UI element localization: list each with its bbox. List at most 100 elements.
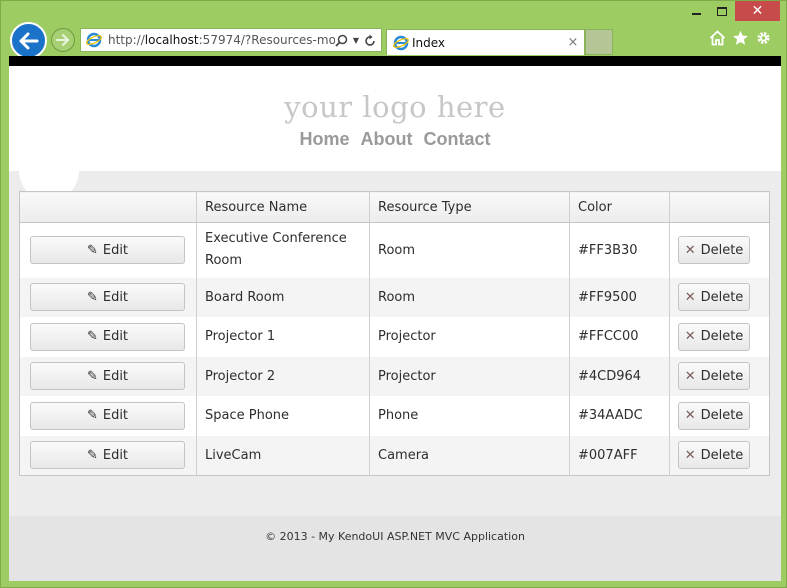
cell-resource-name: Projector 2 xyxy=(196,356,370,396)
dropdown-icon[interactable]: ▼ xyxy=(353,36,359,45)
search-icon[interactable] xyxy=(335,34,348,47)
browser-window: ✕ http://localhost:57974/?Resources-mode… xyxy=(0,0,787,588)
delete-cell: ✕ Delete xyxy=(669,435,770,475)
close-icon: ✕ xyxy=(751,3,764,19)
delete-x-icon: ✕ xyxy=(684,289,696,305)
nav-home[interactable]: Home xyxy=(300,129,350,150)
tab-close-icon[interactable]: × xyxy=(562,35,584,50)
edit-cell: ✎ Edit xyxy=(19,435,197,475)
edit-cell: ✎ Edit xyxy=(20,317,197,357)
address-bar[interactable]: http://localhost:57974/?Resources-mode= … xyxy=(80,28,382,52)
delete-x-icon: ✕ xyxy=(684,242,696,258)
main-content: Resource Name Resource Type Color ✎ Edit … xyxy=(9,141,781,516)
cell-resource-type: Projector xyxy=(369,317,570,357)
forward-button[interactable] xyxy=(51,28,75,52)
site-footer: © 2013 - My KendoUI ASP.NET MVC Applicat… xyxy=(9,516,781,581)
cell-resource-name: Space Phone xyxy=(196,396,370,436)
delete-x-icon: ✕ xyxy=(684,408,696,424)
edit-button[interactable]: ✎ Edit xyxy=(30,236,185,265)
pencil-icon: ✎ xyxy=(86,368,98,384)
cell-resource-type: Phone xyxy=(369,396,570,436)
delete-button[interactable]: ✕ Delete xyxy=(678,322,750,351)
pencil-icon: ✎ xyxy=(86,447,98,463)
edit-button[interactable]: ✎ Edit xyxy=(30,283,185,312)
delete-button[interactable]: ✕ Delete xyxy=(678,401,750,430)
delete-cell: ✕ Delete xyxy=(669,356,770,396)
delete-label: Delete xyxy=(700,242,744,258)
edit-cell: ✎ Edit xyxy=(20,396,197,436)
url-scheme: http:// xyxy=(108,33,145,47)
forward-arrow-icon xyxy=(56,34,69,46)
delete-x-icon: ✕ xyxy=(684,447,696,463)
browser-toolbar xyxy=(709,30,772,46)
top-bar xyxy=(9,56,781,66)
table-row: ✎ Edit Projector 2 Projector #4CD964 ✕ Del… xyxy=(19,356,770,396)
edit-cell: ✎ Edit xyxy=(19,356,197,396)
ie-icon xyxy=(84,32,104,48)
header-color[interactable]: Color xyxy=(569,191,670,223)
minimize-icon xyxy=(691,13,701,15)
maximize-icon xyxy=(717,6,727,16)
page-viewport: your logo here Home About Contact Resour… xyxy=(9,56,781,581)
delete-button[interactable]: ✕ Delete xyxy=(678,283,750,312)
table-row: ✎ Edit Space Phone Phone #34AADC ✕ Delete xyxy=(20,396,770,436)
edit-button[interactable]: ✎ Edit xyxy=(30,401,185,430)
maximize-button[interactable] xyxy=(709,1,735,21)
minimize-button[interactable] xyxy=(683,1,709,21)
delete-label: Delete xyxy=(700,447,744,463)
delete-button[interactable]: ✕ Delete xyxy=(678,236,750,265)
window-controls: ✕ xyxy=(683,1,780,23)
nav-contact[interactable]: Contact xyxy=(424,129,491,150)
table-row: ✎ Edit Executive Conference Room Room #FF… xyxy=(20,222,770,278)
delete-cell: ✕ Delete xyxy=(669,396,770,436)
delete-button[interactable]: ✕ Delete xyxy=(678,441,750,469)
site-logo[interactable]: your logo here xyxy=(9,66,781,124)
refresh-icon[interactable] xyxy=(364,34,376,47)
footer-text: © 2013 - My KendoUI ASP.NET MVC Applicat… xyxy=(265,530,525,543)
url-path: :57974/?Resources-mode= xyxy=(198,33,335,47)
edit-label: Edit xyxy=(102,289,129,305)
url-text[interactable]: http://localhost:57974/?Resources-mode= xyxy=(104,33,335,47)
home-icon[interactable] xyxy=(709,30,726,46)
resources-grid: Resource Name Resource Type Color ✎ Edit … xyxy=(19,191,770,476)
delete-x-icon: ✕ xyxy=(684,329,696,345)
edit-cell: ✎ Edit xyxy=(19,277,197,317)
header-resource-type[interactable]: Resource Type xyxy=(369,191,570,223)
close-window-button[interactable]: ✕ xyxy=(735,1,780,21)
delete-x-icon: ✕ xyxy=(684,368,696,384)
tab-ie-icon xyxy=(390,35,412,51)
cell-resource-name: Executive Conference Room xyxy=(196,222,370,278)
main-nav: Home About Contact xyxy=(9,129,781,150)
cell-resource-name: LiveCam xyxy=(196,435,370,475)
delete-label: Delete xyxy=(700,329,744,345)
edit-button[interactable]: ✎ Edit xyxy=(30,322,185,351)
cell-color: #34AADC xyxy=(569,396,670,436)
delete-button[interactable]: ✕ Delete xyxy=(678,362,750,391)
cell-resource-type: Camera xyxy=(369,435,570,475)
edit-label: Edit xyxy=(102,447,129,463)
edit-button[interactable]: ✎ Edit xyxy=(30,441,185,469)
tab-index[interactable]: Index × xyxy=(386,29,585,55)
tab-title: Index xyxy=(412,35,446,50)
edit-cell: ✎ Edit xyxy=(20,223,197,278)
delete-cell: ✕ Delete xyxy=(669,317,770,357)
header-delete xyxy=(669,191,770,223)
table-row: ✎ Edit Board Room Room #FF9500 ✕ Delete xyxy=(19,277,770,317)
nav-about[interactable]: About xyxy=(361,129,413,150)
url-host: localhost xyxy=(144,33,199,47)
new-tab-button[interactable] xyxy=(585,29,613,55)
gear-icon[interactable] xyxy=(755,30,772,46)
edit-label: Edit xyxy=(102,408,129,424)
pencil-icon: ✎ xyxy=(86,289,98,305)
star-icon[interactable] xyxy=(732,30,749,46)
header-resource-name[interactable]: Resource Name xyxy=(196,191,370,223)
edit-label: Edit xyxy=(102,329,129,345)
delete-cell: ✕ Delete xyxy=(669,277,770,317)
cell-color: #007AFF xyxy=(569,435,670,475)
cell-color: #4CD964 xyxy=(569,356,670,396)
delete-label: Delete xyxy=(700,289,744,305)
edit-button[interactable]: ✎ Edit xyxy=(30,362,185,391)
back-button[interactable] xyxy=(10,22,47,59)
header-actions xyxy=(19,191,197,223)
pencil-icon: ✎ xyxy=(86,329,98,345)
